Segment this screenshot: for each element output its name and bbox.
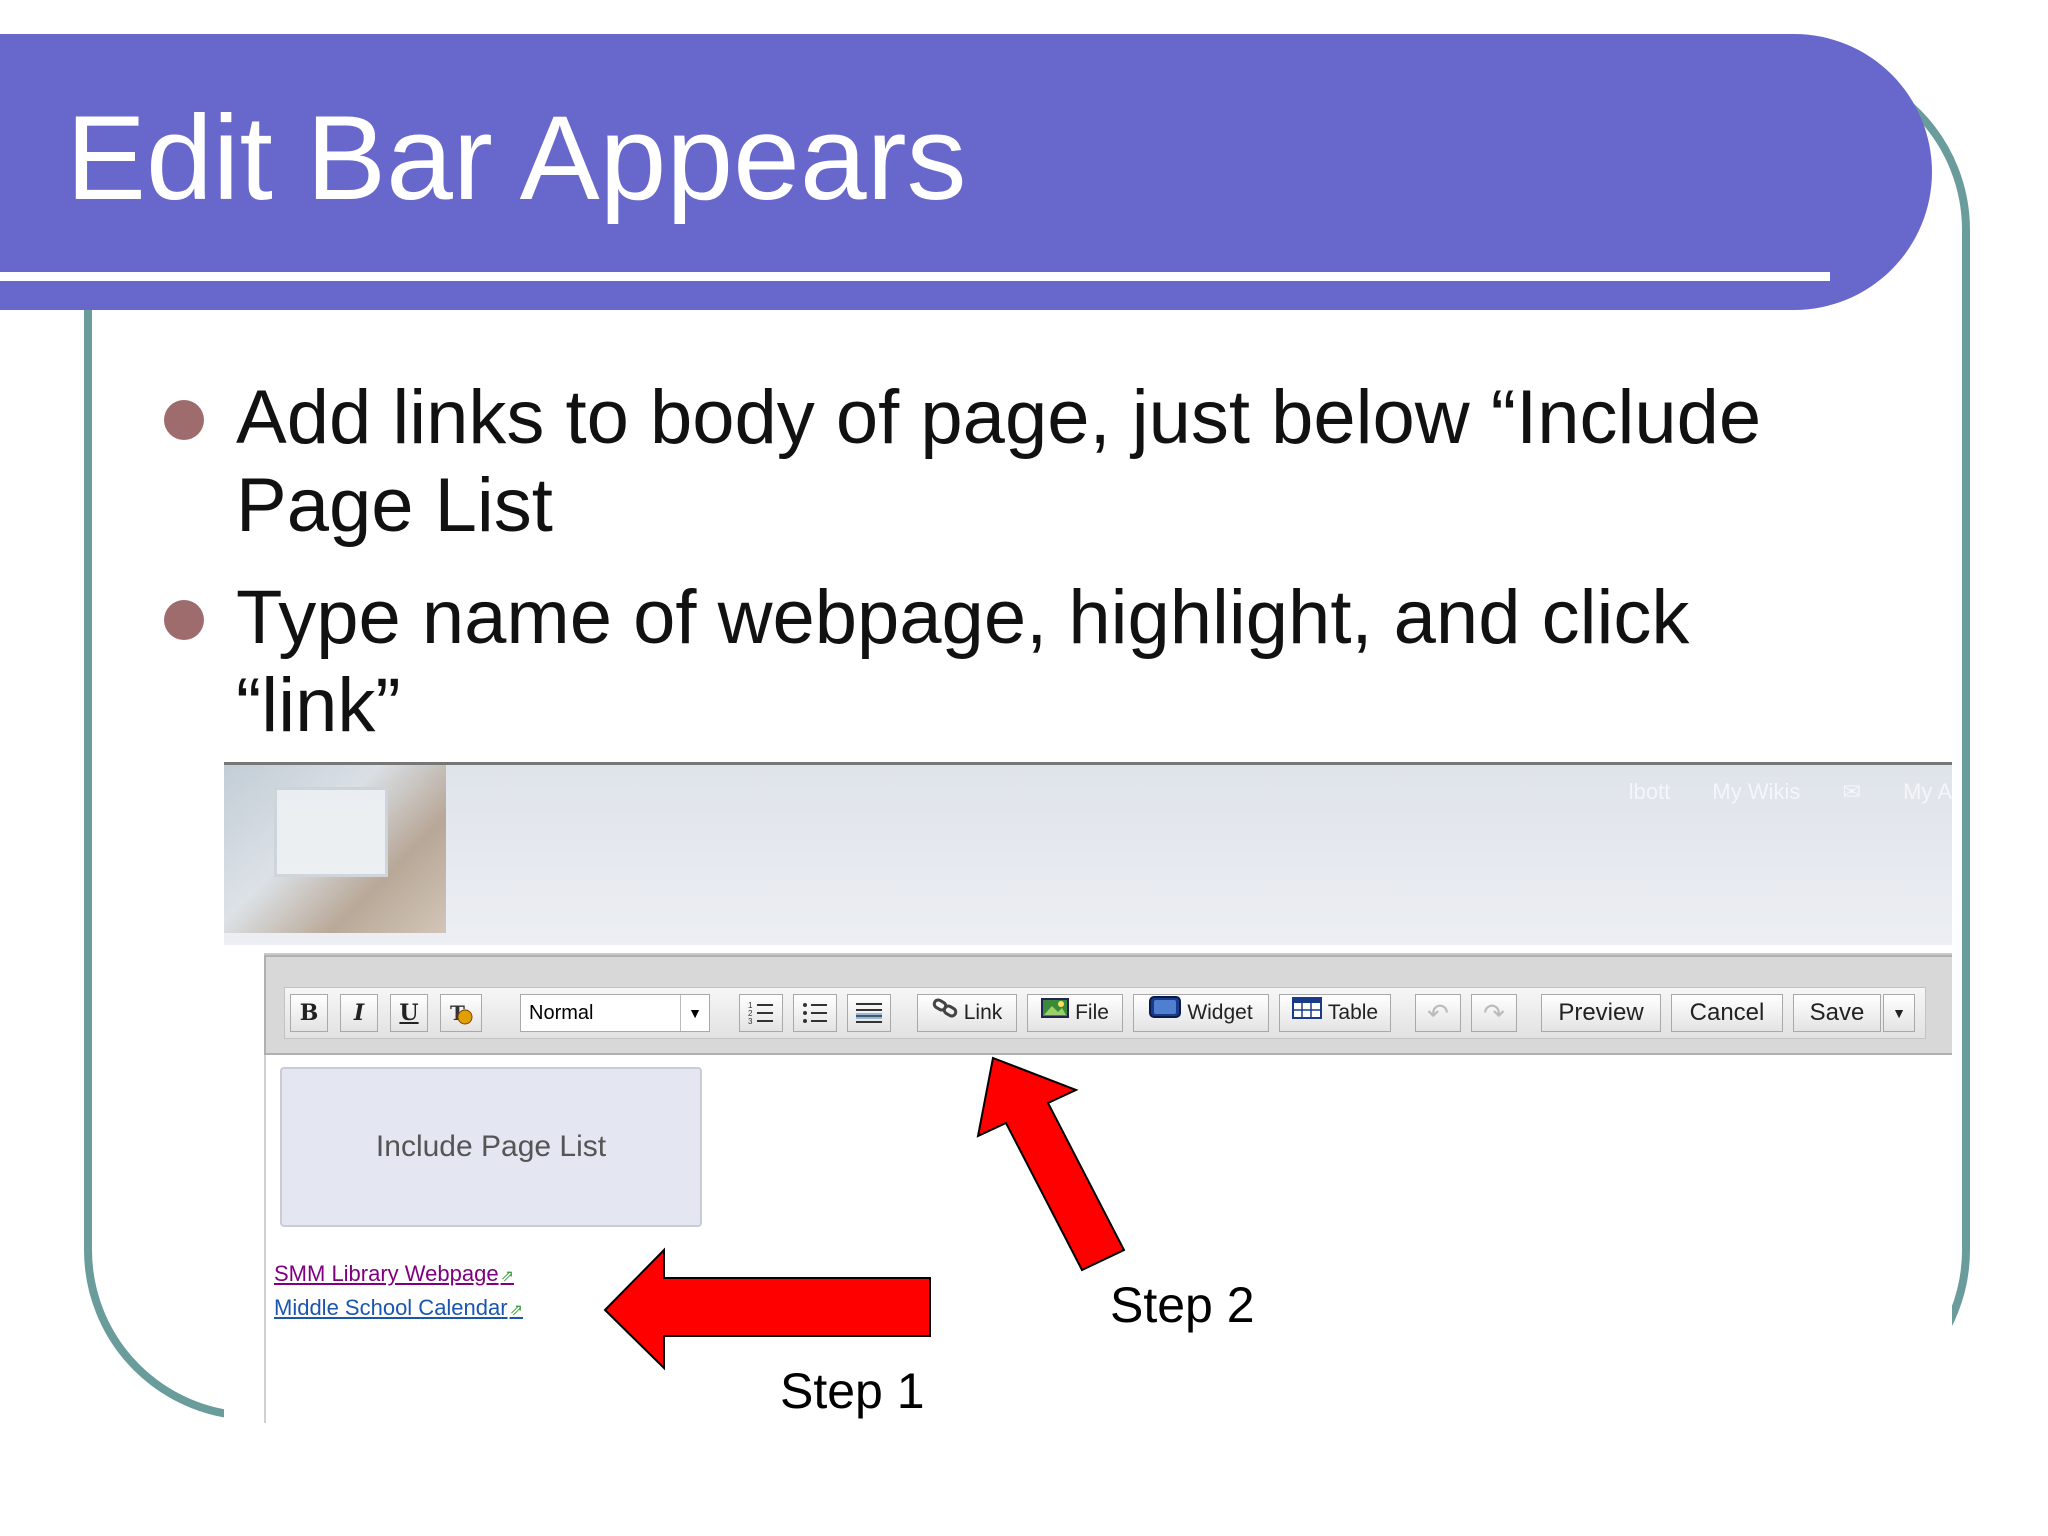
step2-arrow bbox=[976, 1056, 1126, 1272]
step2-label: Step 2 bbox=[1110, 1277, 1255, 1333]
annotation-layer bbox=[603, 1056, 1126, 1371]
step1-arrow bbox=[603, 1247, 931, 1371]
step1-label: Step 1 bbox=[780, 1363, 925, 1419]
